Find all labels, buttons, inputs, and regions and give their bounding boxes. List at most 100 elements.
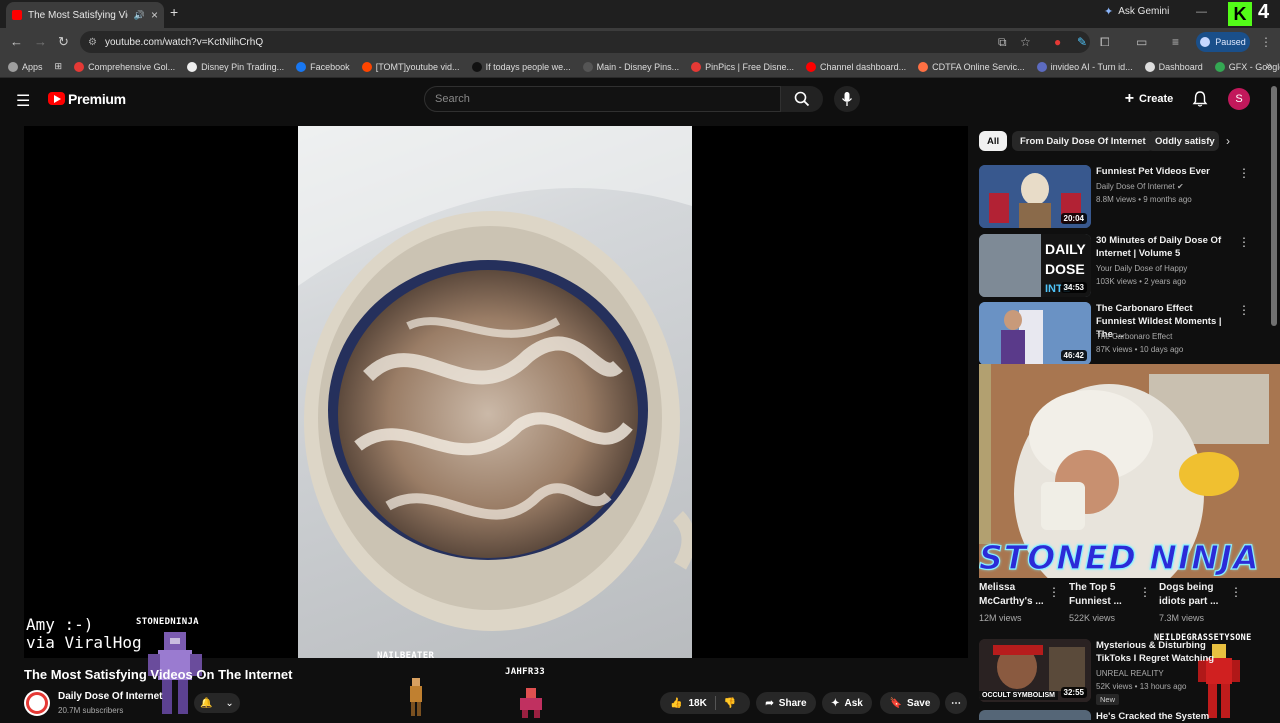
bookmark-item[interactable]: Channel dashboard...	[806, 61, 907, 72]
profile-paused-button[interactable]: Paused	[1196, 32, 1250, 52]
dislike-button[interactable]: 👎	[724, 698, 736, 709]
rec-channel-1[interactable]: Daily Dose Of Internet ✔	[1096, 180, 1184, 193]
bookmark-label: Channel dashboard...	[820, 61, 907, 72]
media-controls-icon[interactable]: ≡	[1172, 35, 1179, 49]
rec-title-5[interactable]: He's Cracked the System	[1096, 710, 1232, 723]
subscription-notifications-button[interactable]: 🔔 ⌄	[194, 693, 240, 713]
create-button[interactable]: + Create	[1119, 86, 1179, 112]
site-info-icon[interactable]: ⚙	[88, 37, 97, 48]
rec-meta-1: 8.8M views • 9 months ago	[1096, 195, 1192, 204]
channel-name[interactable]: Daily Dose Of Internet	[58, 691, 162, 702]
svg-text:DAILY: DAILY	[1045, 241, 1086, 257]
hamburger-menu-icon[interactable]: ☰	[16, 91, 30, 111]
plus-icon: +	[1124, 90, 1135, 107]
extension-red-icon[interactable]: ●	[1054, 35, 1061, 49]
rec-thumbnail-5[interactable]	[979, 710, 1091, 720]
bookmark-item[interactable]: Apps	[8, 61, 43, 72]
rec-menu-2-icon[interactable]: ⋮	[1238, 235, 1250, 249]
microphone-icon	[841, 92, 853, 106]
rec-menu-3-icon[interactable]: ⋮	[1238, 303, 1250, 317]
kick-logo-icon: K	[1228, 2, 1252, 26]
browser-tab-strip: The Most Satisfying Videos 🔊 × + ✦ Ask G…	[0, 0, 1280, 28]
bookmark-star-icon[interactable]: ☆	[1020, 35, 1031, 49]
video-frame-coffee-cup[interactable]	[298, 126, 692, 658]
short-title-3[interactable]: Dogs being idiots part ...	[1159, 581, 1239, 609]
account-avatar[interactable]: S	[1228, 88, 1250, 110]
page-scrollbar[interactable]	[1271, 86, 1277, 326]
short-menu-1-icon[interactable]: ⋮	[1048, 585, 1060, 599]
pixel-warrior-sprite	[410, 678, 422, 716]
verified-icon: ✔	[1176, 182, 1184, 191]
short-menu-2-icon[interactable]: ⋮	[1139, 585, 1151, 599]
bookmark-item[interactable]: Main - Disney Pins...	[582, 61, 679, 72]
more-actions-button[interactable]: ⋯	[945, 692, 967, 714]
ask-gemini-button[interactable]: ✦ Ask Gemini	[1104, 5, 1169, 18]
install-app-icon[interactable]: ⧉	[998, 35, 1007, 50]
short-title-2[interactable]: The Top 5 Funniest ...	[1069, 581, 1149, 609]
chip-all[interactable]: All	[979, 131, 1008, 151]
extensions-puzzle-icon[interactable]: ⧠	[1100, 35, 1110, 50]
youtube-logo-icon[interactable]	[48, 92, 65, 105]
save-button[interactable]: 🔖 Save	[880, 692, 940, 714]
speaker-icon[interactable]: 🔊	[134, 10, 145, 21]
bookmark-label: PinPics | Free Disne...	[705, 61, 795, 72]
browser-tab[interactable]: The Most Satisfying Videos 🔊 ×	[6, 2, 164, 28]
bookmark-item[interactable]: Facebook	[296, 61, 350, 72]
credit-line-2: via ViralHog	[26, 633, 142, 652]
bookmark-item[interactable]: If todays people we...	[471, 61, 571, 72]
rec-thumbnail-1[interactable]: 20:04	[979, 165, 1091, 228]
chip-from-channel[interactable]: From Daily Dose Of Internet	[1012, 131, 1154, 151]
new-tab-button[interactable]: +	[170, 4, 178, 20]
short-menu-3-icon[interactable]: ⋮	[1230, 585, 1242, 599]
rec-title-1[interactable]: Funniest Pet Videos Ever	[1096, 165, 1232, 178]
chevron-right-icon[interactable]: ›	[1226, 134, 1230, 148]
bell-icon	[1192, 91, 1208, 107]
rec-title-2[interactable]: 30 Minutes of Daily Dose Of Internet | V…	[1096, 234, 1232, 260]
channel-avatar[interactable]	[24, 690, 50, 716]
rec-title-4[interactable]: Mysterious & Disturbing TikToks I Regret…	[1096, 639, 1232, 665]
bookmark-item[interactable]: CDTFA Online Servic...	[918, 61, 1025, 72]
rec-channel-4[interactable]: UNREAL REALITY	[1096, 667, 1164, 680]
notifications-button[interactable]	[1192, 90, 1208, 113]
create-label: Create	[1139, 93, 1174, 105]
rec-channel-2[interactable]: Your Daily Dose of Happy	[1096, 262, 1187, 275]
bookmark-item[interactable]: PinPics | Free Disne...	[691, 61, 795, 72]
coffee-cup-image	[298, 126, 692, 631]
reload-icon[interactable]: ↻	[58, 34, 69, 50]
bookmark-item[interactable]: Disney Pin Trading...	[187, 61, 284, 72]
bookmark-item[interactable]: Comprehensive Gol...	[74, 61, 175, 72]
chip-oddly-satisfying[interactable]: Oddly satisfy	[1147, 131, 1219, 151]
profile-icon	[1200, 37, 1211, 47]
more-bookmarks-icon[interactable]: »	[1266, 60, 1272, 72]
tab-groups-icon[interactable]: ⊞	[55, 61, 63, 72]
youtube-premium-logo-text[interactable]: Premium	[68, 91, 126, 107]
back-icon[interactable]: ←	[10, 34, 23, 49]
rec-thumbnail-4[interactable]: OCCULT SYMBOLISM 32:55	[979, 639, 1091, 702]
bookmark-item[interactable]: Dashboard	[1144, 61, 1203, 72]
overlay-tag-jahfr33: JAHFR33	[505, 667, 546, 677]
rec-menu-1-icon[interactable]: ⋮	[1238, 166, 1250, 180]
browser-menu-icon[interactable]: ⋮	[1260, 35, 1272, 49]
short-views-2: 522K views	[1069, 613, 1116, 623]
minimize-window-icon[interactable]: —	[1196, 6, 1207, 18]
paused-label: Paused	[1215, 37, 1246, 47]
rec-thumbnail-2[interactable]: DAILY DOSE INTE 34:53	[979, 234, 1091, 297]
search-input[interactable]: Search	[424, 86, 781, 112]
extension-blue-icon[interactable]: ✎	[1077, 35, 1087, 49]
ask-gemini-label: Ask Gemini	[1118, 6, 1170, 17]
short-title-1[interactable]: Melissa McCarthy's ...	[979, 581, 1059, 609]
forward-icon[interactable]: →	[34, 34, 47, 49]
close-tab-icon[interactable]: ×	[151, 8, 158, 22]
bookmark-item[interactable]: [TOMT]youtube vid...	[361, 61, 460, 72]
like-button[interactable]: 👍 18K	[670, 698, 707, 709]
bookmark-item[interactable]: invideo AI - Turn id...	[1036, 61, 1133, 72]
address-bar[interactable]: ⚙ youtube.com/watch?v=KctNlihCrhQ	[80, 31, 1090, 53]
chevron-down-icon: ⌄	[225, 697, 234, 709]
voice-search-button[interactable]	[834, 86, 860, 112]
rec-thumbnail-3[interactable]: 46:42	[979, 302, 1091, 365]
share-button[interactable]: ➦ Share	[756, 692, 816, 714]
ask-button[interactable]: ✦ Ask	[822, 692, 872, 714]
search-button[interactable]	[781, 86, 823, 112]
sidebar-icon[interactable]: ▭	[1136, 35, 1147, 49]
rec-channel-3[interactable]: The Carbonaro Effect	[1096, 330, 1172, 343]
